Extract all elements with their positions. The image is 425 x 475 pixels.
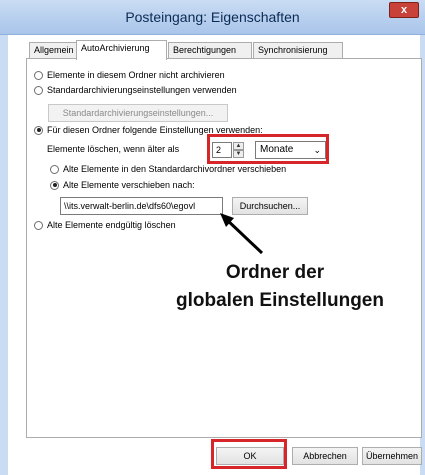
annotation-arrow-layer [220,213,264,255]
annotation-line2: globalen Einstellungen [176,290,384,311]
properties-dialog: Posteingang: Eigenschaften x Allgemein A… [0,0,425,475]
tab-autoarchivierung[interactable]: AutoArchivierung [76,40,167,60]
apply-button[interactable]: Übernehmen [362,447,422,465]
ok-button[interactable]: OK [216,447,284,465]
cancel-button[interactable]: Abbrechen [292,447,358,465]
annotation-arrow-line [223,216,264,255]
annotation-line1: Ordner der [225,262,325,283]
